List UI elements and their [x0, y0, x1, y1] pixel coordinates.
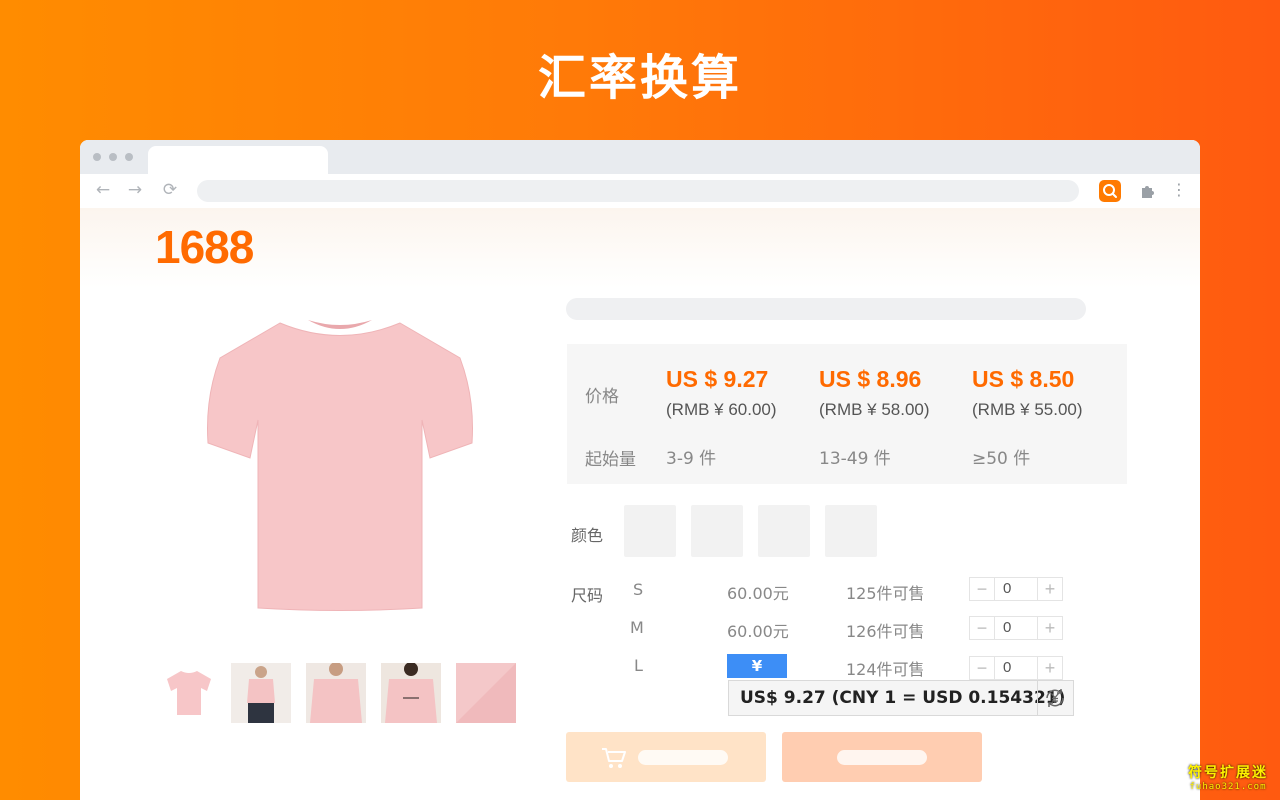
color-swatch[interactable] [758, 505, 810, 557]
decrement-button[interactable]: − [970, 578, 995, 600]
increment-button[interactable]: + [1037, 657, 1062, 679]
browser-menu-icon[interactable]: ⋮ [1171, 181, 1181, 201]
tier-usd-price: US $ 9.27 [666, 366, 768, 393]
window-dot-icon [109, 153, 117, 161]
buy-now-button[interactable] [782, 732, 982, 782]
quantity-stepper: − 0 + [969, 656, 1063, 680]
forward-icon[interactable]: → [125, 180, 145, 200]
product-page: 1688 价格 起始量 US $ 9.27 (RMB ¥ 60.00) 3-9 … [80, 208, 1200, 800]
tier-moq: 13-49 件 [819, 444, 891, 469]
extensions-puzzle-icon[interactable] [1138, 180, 1158, 202]
button-label-placeholder [837, 750, 927, 765]
product-main-image[interactable] [190, 308, 490, 628]
quantity-input[interactable]: 0 [994, 657, 1038, 679]
quantity-stepper: − 0 + [969, 616, 1063, 640]
size-name: M [630, 618, 644, 637]
tier-usd-price: US $ 8.96 [819, 366, 921, 393]
search-icon [1099, 180, 1121, 202]
banner-title: 汇率换算 [0, 38, 1280, 108]
watermark: 符号扩展迷 fuhao321.com [1183, 762, 1273, 792]
size-price: 60.00元 [727, 580, 789, 604]
product-title-placeholder [566, 298, 1086, 320]
price-label: 价格 [585, 382, 619, 407]
site-logo[interactable]: 1688 [155, 220, 253, 274]
color-label: 颜色 [571, 522, 603, 546]
tier-rmb-price: (RMB ¥ 60.00) [666, 400, 777, 420]
color-swatch[interactable] [825, 505, 877, 557]
product-thumbnail[interactable] [231, 663, 291, 723]
tier-usd-price: US $ 8.50 [972, 366, 1074, 393]
browser-tab[interactable] [148, 146, 328, 174]
size-stock: 126件可售 [846, 618, 925, 642]
increment-button[interactable]: + [1037, 617, 1062, 639]
quantity-input[interactable]: 0 [994, 578, 1038, 600]
product-thumbnail[interactable] [381, 663, 441, 723]
price-panel: 价格 起始量 US $ 9.27 (RMB ¥ 60.00) 3-9 件 US … [567, 344, 1127, 484]
decrement-button[interactable]: − [970, 617, 995, 639]
size-price: 60.00元 [727, 618, 789, 642]
tier-rmb-price: (RMB ¥ 55.00) [972, 400, 1083, 420]
product-thumbnail[interactable] [306, 663, 366, 723]
selected-price-highlight[interactable]: ¥ 60.00 [727, 654, 787, 678]
product-thumbnail[interactable] [456, 663, 516, 723]
size-name: L [634, 656, 643, 675]
size-stock: 125件可售 [846, 580, 925, 604]
watermark-url: fuhao321.com [1183, 782, 1273, 792]
back-icon[interactable]: ← [93, 180, 113, 200]
tier-rmb-price: (RMB ¥ 58.00) [819, 400, 930, 420]
currency-swap-button[interactable] [1037, 681, 1073, 715]
button-label-placeholder [638, 750, 728, 765]
address-bar[interactable] [197, 180, 1079, 202]
conversion-text: US$ 9.27 (CNY 1 = USD 0.154321) [740, 681, 1065, 715]
color-swatch[interactable] [624, 505, 676, 557]
tier-moq: 3-9 件 [666, 444, 716, 469]
decrement-button[interactable]: − [970, 657, 995, 679]
extension-button[interactable] [1099, 180, 1121, 202]
quantity-stepper: − 0 + [969, 577, 1063, 601]
tab-bar [80, 140, 1200, 174]
increment-button[interactable]: + [1037, 578, 1062, 600]
tier-moq: ≥50 件 [972, 444, 1030, 469]
product-thumbnail[interactable] [159, 663, 219, 723]
add-to-cart-button[interactable] [566, 732, 766, 782]
size-label: 尺码 [571, 582, 603, 606]
browser-toolbar: ← → ⟳ ⋮ [80, 174, 1200, 208]
browser-window: ← → ⟳ ⋮ 1688 [80, 140, 1200, 800]
quantity-input[interactable]: 0 [994, 617, 1038, 639]
moq-label: 起始量 [585, 445, 636, 470]
window-dot-icon [93, 153, 101, 161]
color-swatch[interactable] [691, 505, 743, 557]
conversion-tooltip: US$ 9.27 (CNY 1 = USD 0.154321) [728, 680, 1074, 716]
cart-icon [601, 746, 627, 770]
watermark-title: 符号扩展迷 [1183, 762, 1273, 782]
currency-exchange-icon [1038, 681, 1072, 715]
size-name: S [633, 580, 643, 599]
reload-icon[interactable]: ⟳ [160, 180, 180, 200]
size-stock: 124件可售 [846, 656, 925, 680]
window-dot-icon [125, 153, 133, 161]
